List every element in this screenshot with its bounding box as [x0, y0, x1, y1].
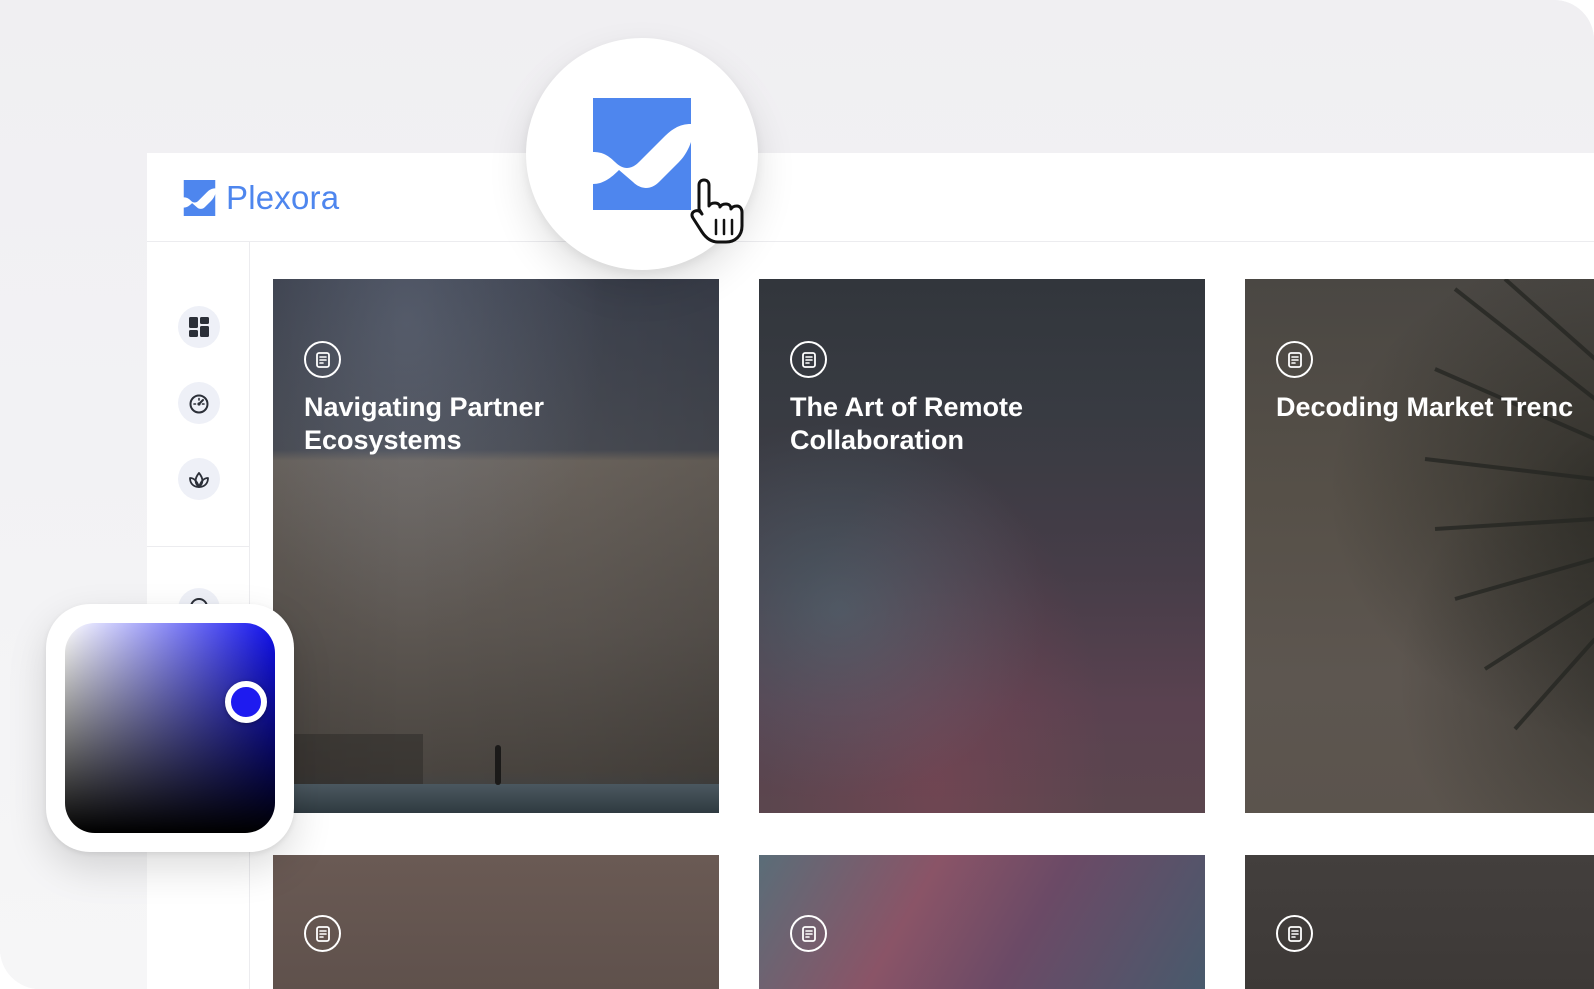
article-card[interactable] — [273, 855, 719, 989]
card-title: The Art of Remote Collaboration — [790, 392, 1024, 455]
dashboard-icon — [189, 317, 209, 337]
document-icon — [790, 341, 827, 378]
article-card[interactable]: Navigating Partner Ecosystems — [273, 279, 719, 813]
card-title: Decoding Market Trenc — [1276, 392, 1574, 422]
card-image-palm-fronds — [1424, 279, 1594, 731]
document-icon — [790, 915, 827, 952]
document-icon — [304, 915, 341, 952]
plexora-logo-icon — [183, 180, 216, 216]
brand[interactable]: Plexora — [183, 179, 339, 217]
card-image-doorway — [293, 734, 423, 784]
lotus-icon — [189, 472, 209, 488]
card-image-water — [273, 784, 719, 813]
sidebar-item-dashboard[interactable] — [178, 306, 220, 348]
document-icon — [1276, 915, 1313, 952]
article-card[interactable] — [759, 855, 1205, 989]
document-icon — [1276, 341, 1313, 378]
document-icon — [304, 341, 341, 378]
sidebar-item-performance[interactable] — [178, 382, 220, 424]
sidebar-item-wellness[interactable] — [178, 458, 220, 500]
app-name: Plexora — [226, 179, 340, 216]
article-card[interactable] — [1245, 855, 1594, 989]
card-image-figure — [495, 745, 501, 785]
top-bar: Plexora — [147, 153, 1594, 242]
color-picker — [46, 604, 294, 852]
speedometer-icon — [189, 394, 209, 414]
color-picker-handle[interactable] — [225, 681, 267, 723]
hand-cursor-icon — [690, 178, 744, 244]
plexora-logo-icon — [593, 98, 691, 210]
sidebar-divider — [147, 546, 250, 547]
app-window: Plexora Navigating Partner Ecosystems Th… — [147, 153, 1594, 989]
article-card[interactable]: The Art of Remote Collaboration — [759, 279, 1205, 813]
color-saturation-area[interactable] — [65, 623, 275, 833]
card-title: Navigating Partner Ecosystems — [304, 392, 545, 455]
article-card[interactable]: Decoding Market Trenc — [1245, 279, 1594, 813]
